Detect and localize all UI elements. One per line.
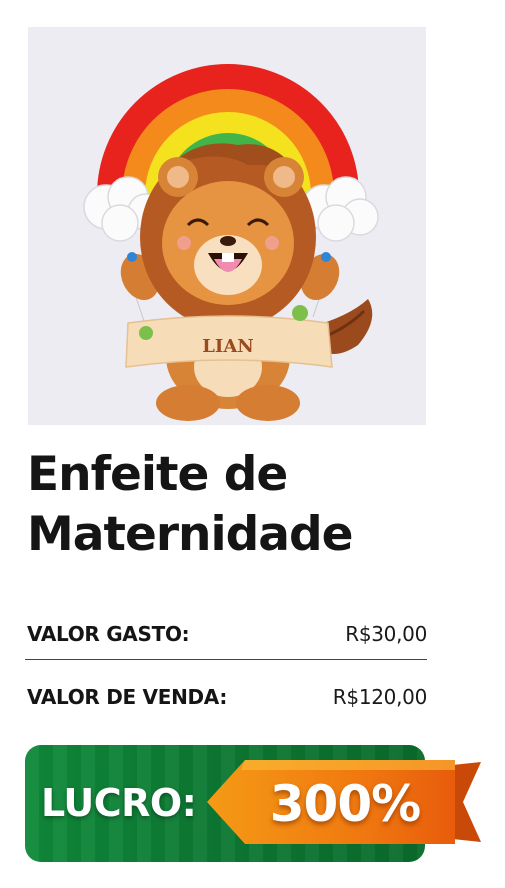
lion-rainbow-illustration: LIAN bbox=[28, 27, 426, 425]
name-tag-text: LIAN bbox=[202, 336, 254, 357]
product-photo: LIAN bbox=[28, 27, 426, 425]
cost-row: VALOR GASTO: R$30,00 bbox=[27, 617, 427, 651]
profit-value: 300% bbox=[269, 775, 421, 833]
sale-label: VALOR DE VENDA: bbox=[27, 685, 228, 709]
title-line-2: Maternidade bbox=[27, 507, 353, 562]
cost-value: R$30,00 bbox=[345, 622, 427, 646]
profit-label: LUCRO: bbox=[41, 781, 197, 825]
sale-row: VALOR DE VENDA: R$120,00 bbox=[27, 680, 427, 714]
pricing-divider bbox=[25, 659, 427, 660]
title-line-1: Enfeite de bbox=[27, 447, 288, 502]
cost-label: VALOR GASTO: bbox=[27, 622, 190, 646]
sale-value: R$120,00 bbox=[332, 685, 428, 709]
product-title: Enfeite de Maternidade bbox=[27, 445, 487, 565]
